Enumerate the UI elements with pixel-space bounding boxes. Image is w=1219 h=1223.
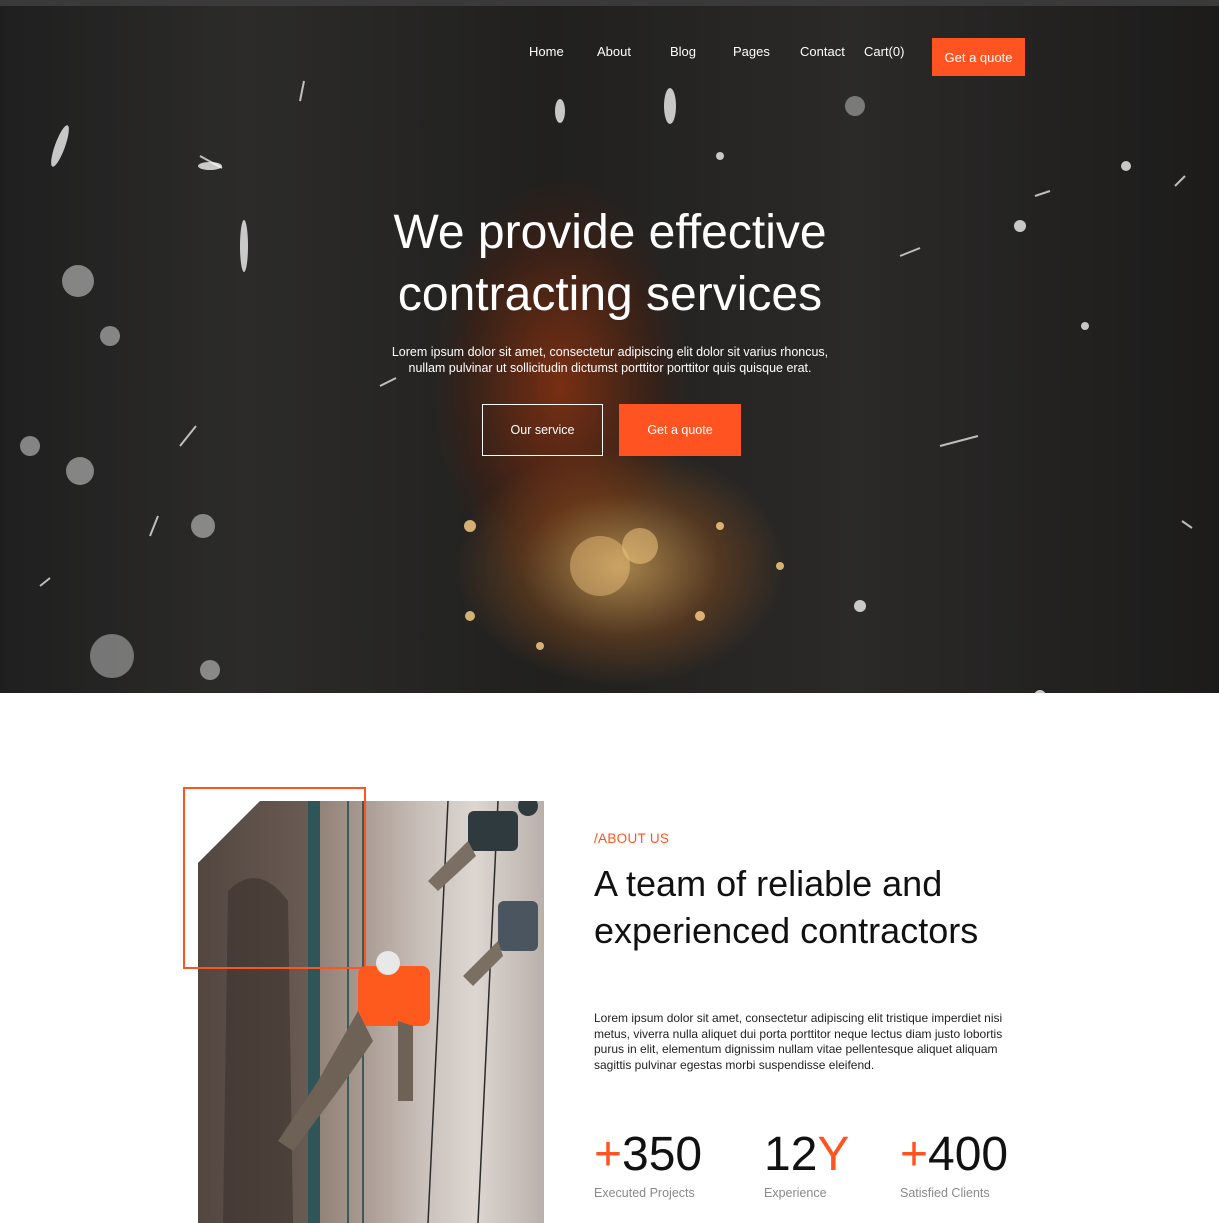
nav-get-quote-button[interactable]: Get a quote [932,38,1025,76]
nav-contact-link[interactable]: Contact [800,44,845,59]
about-eyebrow: /ABOUT US [594,831,670,846]
about-accent-frame [183,787,366,969]
hero-title: We provide effective contracting service… [393,206,827,321]
stat-experience: 12Y Experience [764,1126,849,1200]
about-description: Lorem ipsum dolor sit amet, consectetur … [594,1011,1003,1072]
nav-blog-link[interactable]: Blog [670,44,696,59]
our-service-button[interactable]: Our service [482,404,603,456]
stat-label: Satisfied Clients [900,1186,990,1200]
nav-home-link[interactable]: Home [529,44,564,59]
stat-label: Executed Projects [594,1186,695,1200]
stat-value: +400 [900,1128,1009,1181]
stat-label: Experience [764,1186,827,1200]
main-nav: Home About Blog Pages Contact Cart(0) Ge… [0,38,1219,78]
hero-get-quote-button[interactable]: Get a quote [619,404,741,456]
stat-satisfied-clients: +400 Satisfied Clients [900,1126,1008,1200]
hero-lead-text: Lorem ipsum dolor sit amet, consectetur … [391,345,829,375]
stat-executed-projects: +350 Executed Projects [594,1126,702,1200]
about-title: A team of reliable and experienced contr… [594,863,979,951]
nav-pages-link[interactable]: Pages [733,44,770,59]
hero-section: Home About Blog Pages Contact Cart(0) Ge… [0,6,1219,693]
nav-cart-link[interactable]: Cart(0) [864,44,904,59]
stat-value: +350 [594,1128,703,1181]
stat-value: 12Y [764,1128,850,1181]
nav-about-link[interactable]: About [597,44,631,59]
